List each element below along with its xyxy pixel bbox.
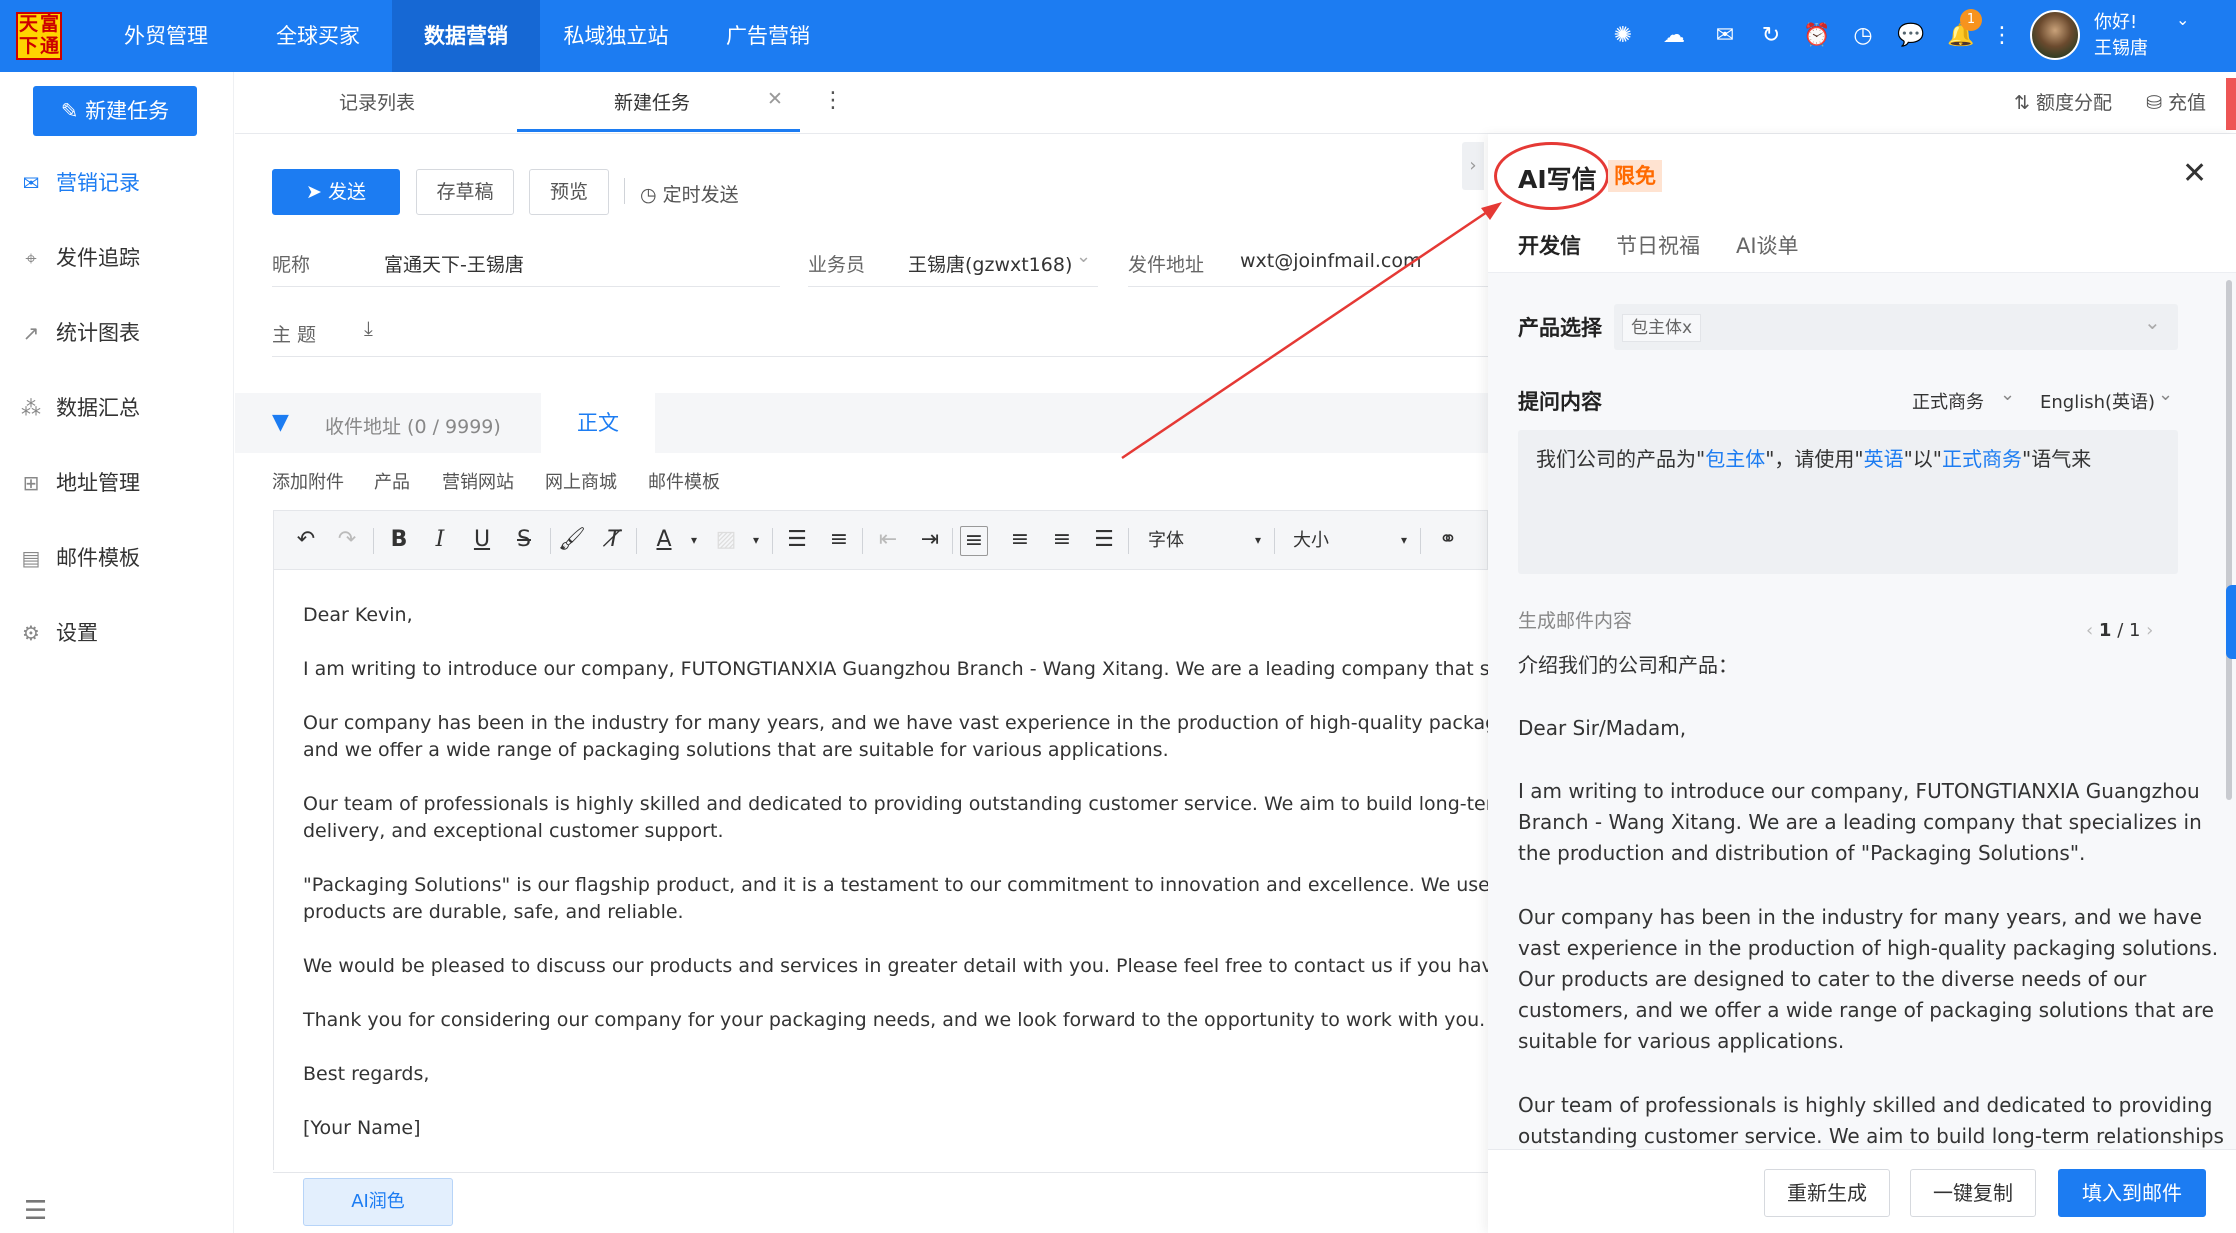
annotation-arrow bbox=[1121, 202, 1502, 460]
